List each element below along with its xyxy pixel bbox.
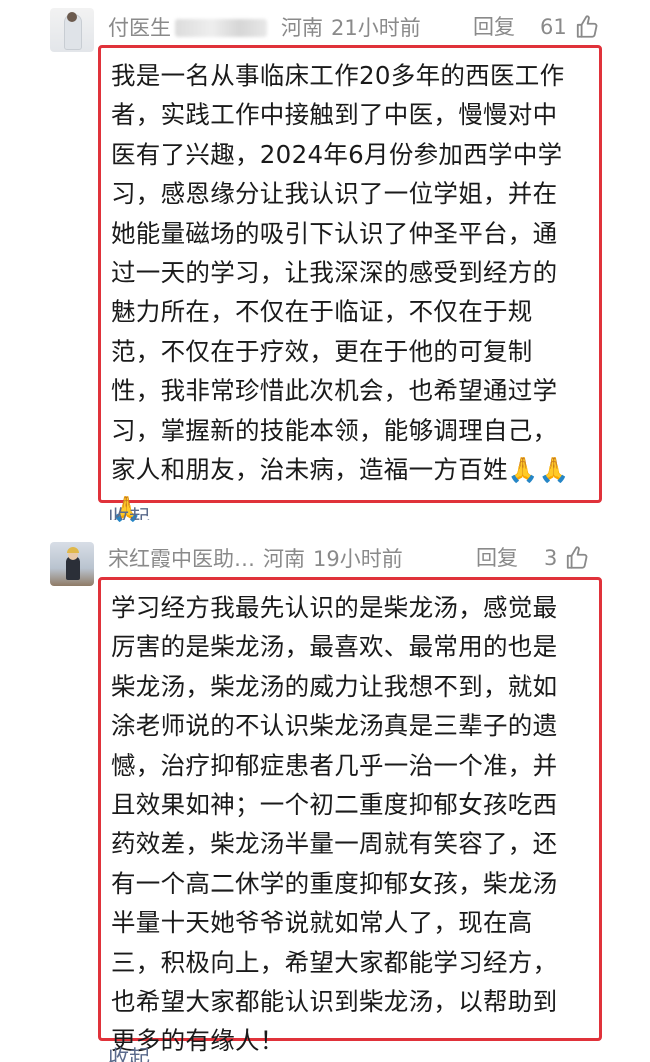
comment-line: 性，我非常珍惜此次机会，也希望通过学 [111,376,558,406]
comment-line: 过一天的学习，让我深深的感受到经方的 [111,258,558,288]
nickname[interactable]: 宋红霞中医助… [108,542,255,576]
collapse-link[interactable]: 收起 [108,1046,150,1062]
comment-line: 习，掌握新的技能本领，能够调理自己， [111,415,558,445]
comment-meta: 宋红霞中医助… 河南 19小时前 [108,541,638,575]
comment-line: 者，实践工作中接触到了中医，慢慢对中 [111,100,558,130]
reply-button[interactable]: 回复 [476,541,518,575]
avatar[interactable] [50,542,94,586]
nickname[interactable]: 付医生 [108,11,171,45]
comment-line: 家人和朋友，治未病，造福一方百姓🙏🙏 [111,455,570,485]
comment-text: 学习经方我最先认识的是柴龙汤，感觉最 厉害的是柴龙汤，最喜欢、最常用的也是 柴龙… [111,588,589,1061]
comment-line: 憾，治疗抑郁症患者几乎一治一个准，并 [111,750,558,780]
reply-button[interactable]: 回复 [473,10,515,44]
comment-line: 药效差，柴龙汤半量一周就有笑容了，还 [111,829,558,859]
comment-line: 三，积极向上，希望大家都能学习经方， [111,947,558,977]
like-count: 3 [544,546,558,570]
comment-line: 魅力所在，不仅在于临证，不仅在于规 [111,297,533,327]
comment-line: 半量十天她爷爷说就如常人了，现在高 [111,908,533,938]
comment-line: 有一个高二休学的重度抑郁女孩，柴龙汤 [111,868,558,898]
location: 河南 [281,16,323,40]
comment-line: 涂老师说的不认识柴龙汤真是三辈子的遗 [111,711,558,741]
comment-line: 她能量磁场的吸引下认识了仲圣平台，通 [111,218,558,248]
comment-line: 学习经方我最先认识的是柴龙汤，感觉最 [111,593,558,622]
comment-line: 且效果如神；一个初二重度抑郁女孩吃西 [111,790,558,820]
comment-line: 范，不仅在于疗效，更在于他的可复制 [111,336,533,366]
highlighted-comment-text-box: 我是一名从事临床工作20多年的西医工作 者，实践工作中接触到了中医，慢慢对中 医… [98,45,602,523]
collapse-link[interactable]: 收起 [108,506,150,520]
comment-line: 厉害的是柴龙汤，最喜欢、最常用的也是 [111,632,558,662]
comment-line: 柴龙汤，柴龙汤的威力让我想不到，就如 [111,671,558,701]
comment-line: 也希望大家都能认识到柴龙汤，以帮助到 [111,987,558,1017]
timestamp: 19小时前 [313,547,403,571]
redacted-name-blur [175,19,267,37]
like-count: 61 [540,15,567,39]
comment-line: 更多的有缘人！ [111,1026,285,1056]
timestamp: 21小时前 [331,16,421,40]
comment-line: 习，感恩缘分让我认识了一位学姐，并在 [111,179,558,209]
avatar[interactable] [50,8,94,52]
comment-line: 医有了兴趣，2024年6月份参加西学中学 [111,139,563,169]
comment-text: 我是一名从事临床工作20多年的西医工作 者，实践工作中接触到了中医，慢慢对中 医… [111,56,589,529]
thumbs-up-icon[interactable] [574,14,600,40]
highlighted-comment-text-box: 学习经方我最先认识的是柴龙汤，感觉最 厉害的是柴龙汤，最喜欢、最常用的也是 柴龙… [98,577,602,1055]
comment-line: 🙏 [111,494,142,524]
thumbs-up-icon[interactable] [564,545,590,571]
comment-line: 我是一名从事临床工作20多年的西医工作 [111,61,565,90]
location: 河南 [263,547,305,571]
